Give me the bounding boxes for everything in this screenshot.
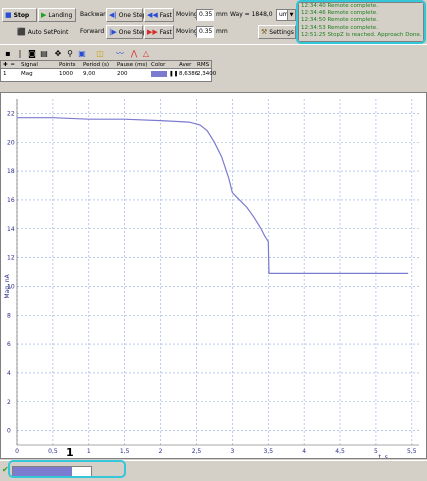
signal-table-header: ✚ ━ Signal Points Period (s) Pause (ms) … [1,61,211,69]
fast-back-icon: ◀◀ [147,10,158,19]
y-axis-label: Mag, nA [4,273,11,298]
x-tick-label: 2 [159,448,163,455]
color-swatch[interactable] [151,71,167,77]
x-tick-label: 0 [15,448,19,455]
y-tick-label: 14 [7,226,15,233]
x-tick-label: 3 [230,448,234,455]
step-back-icon: ◀| [109,10,117,19]
mm-label-bottom: mm [216,28,228,35]
y-tick-label: 0 [7,428,11,435]
stop-icon: ■ [5,10,12,19]
auto-setpoint-label: Auto SetPoint [27,28,69,36]
forward-one-step-label: One Step [118,28,147,36]
col-period: Period (s) [83,62,110,68]
settings-button[interactable]: ⚒ Settings [258,25,296,39]
bracket-icon[interactable]: ◫ [94,47,106,59]
play-icon: ▶ [41,10,47,19]
print-icon[interactable]: ▤ [38,47,50,59]
y-tick-label: 12 [7,255,15,262]
forward-label: Forward [80,28,105,35]
signal-table: ✚ ━ Signal Points Period (s) Pause (ms) … [0,60,216,82]
x-tick-label: 1,5 [120,448,130,455]
x-tick-label: 1 [87,448,91,455]
progress-highlight [8,460,126,478]
stop-label: Stop [13,11,30,19]
col-color: Color [151,62,166,68]
y-tick-label: 18 [7,168,15,175]
y-tick-label: 8 [7,312,11,319]
col-points: Points [59,62,76,68]
forward-fast-button[interactable]: ▶▶ Fast [144,25,174,39]
y-tick-label: 20 [7,139,15,146]
icon-toolbar: ▪ ❘ ◙ ▤ ✥ ⚲ ▣ ◫ 〰 ⋀ △ [0,44,427,60]
row-pause: 200 [117,71,128,77]
save-icon[interactable]: ▪ [2,47,14,59]
backward-label: Backward [80,11,110,18]
forward-one-step-button[interactable]: |▶ One Step [106,25,147,39]
plot-area: 0 0,5 1 1,5 2 2,5 3 3,5 4 4,5 5 5,5 0 2 4 6 8 10 12 14 16 18 2… [0,92,427,459]
row-aver: 8,6386 [179,71,199,77]
backward-fast-label: Fast [159,11,172,19]
landing-button[interactable]: ▶ Landing [38,8,76,22]
backward-one-step-label: One Step [118,11,147,19]
col-pause: Pause (ms) [117,62,148,68]
step-forward-icon: |▶ [109,27,117,36]
moving-label-top: Moving [176,11,198,18]
backward-fast-button[interactable]: ◀◀ Fast [144,8,174,22]
annotation-marker-1: 1 [66,446,74,459]
col-signal: Signal [21,62,38,68]
x-tick-label: 4,5 [335,448,345,455]
log-highlight [296,0,426,44]
moving-label-bottom: Moving [176,28,198,35]
triangle-icon[interactable]: △ [140,47,152,59]
x-tick-label: 5,5 [407,448,417,455]
x-tick-label: 3,5 [263,448,273,455]
y-tick-label: 6 [7,341,11,348]
pause-icon[interactable]: ❚❚ [169,70,178,78]
row-period: 9,00 [83,71,96,77]
x-tick-label: 5 [374,448,378,455]
moving-input-bottom[interactable]: 0.35 [196,26,214,38]
y-tick-label: 2 [7,399,11,406]
settings-label: Settings [269,28,294,36]
setpoint-icon: ⬛ [17,27,26,36]
camera-icon[interactable]: ◙ [26,47,38,59]
moving-input-top[interactable]: 0.35 [196,9,214,21]
remove-icon[interactable]: ━ [11,61,14,69]
zoom-icon[interactable]: ⚲ [64,47,76,59]
y-tick-label: 16 [7,197,15,204]
line-chart: 0 0,5 1 1,5 2 2,5 3 3,5 4 4,5 5 5,50246810121416182… [4,99,419,458]
backward-one-step-button[interactable]: ◀| One Step [106,8,147,22]
x-tick-label: 2,5 [192,448,202,455]
col-aver: Aver [179,62,192,68]
row-points: 1000 [59,71,73,77]
monitor-icon[interactable]: ▣ [76,47,88,59]
landing-label: Landing [48,11,73,19]
row-rms: 2,3400 [197,71,217,77]
mm-label-top: mm [216,11,228,18]
y-tick-label: 4 [7,370,11,377]
clip-icon[interactable]: ❘ [14,47,26,59]
main-toolbar: ■ Stop ▶ Landing ⬛ Auto SetPoint Backwar… [0,0,427,44]
way-readout: Way = 1848,0 [230,11,273,18]
y-tick-label: 22 [7,110,15,117]
peak-icon[interactable]: ⋀ [128,47,140,59]
unit-select[interactable]: um ▼ [276,9,296,21]
x-tick-label: 4 [302,448,306,455]
pan-icon[interactable]: ✥ [52,47,64,59]
stop-button[interactable]: ■ Stop [2,8,37,22]
row-signal: Mag [21,71,33,77]
col-rms: RMS [197,62,210,68]
x-axis-label: t, s [378,454,387,458]
auto-setpoint-button[interactable]: ⬛ Auto SetPoint [14,25,74,39]
forward-fast-label: Fast [159,28,172,36]
x-tick-label: 0,5 [48,448,58,455]
row-index: 1 [3,71,7,77]
add-icon[interactable]: ✚ [3,61,8,69]
chevron-down-icon: ▼ [287,10,295,20]
series-line [17,117,409,274]
curve-icon[interactable]: 〰 [114,47,126,59]
fast-forward-icon: ▶▶ [147,27,158,36]
settings-icon: ⚒ [261,27,268,36]
